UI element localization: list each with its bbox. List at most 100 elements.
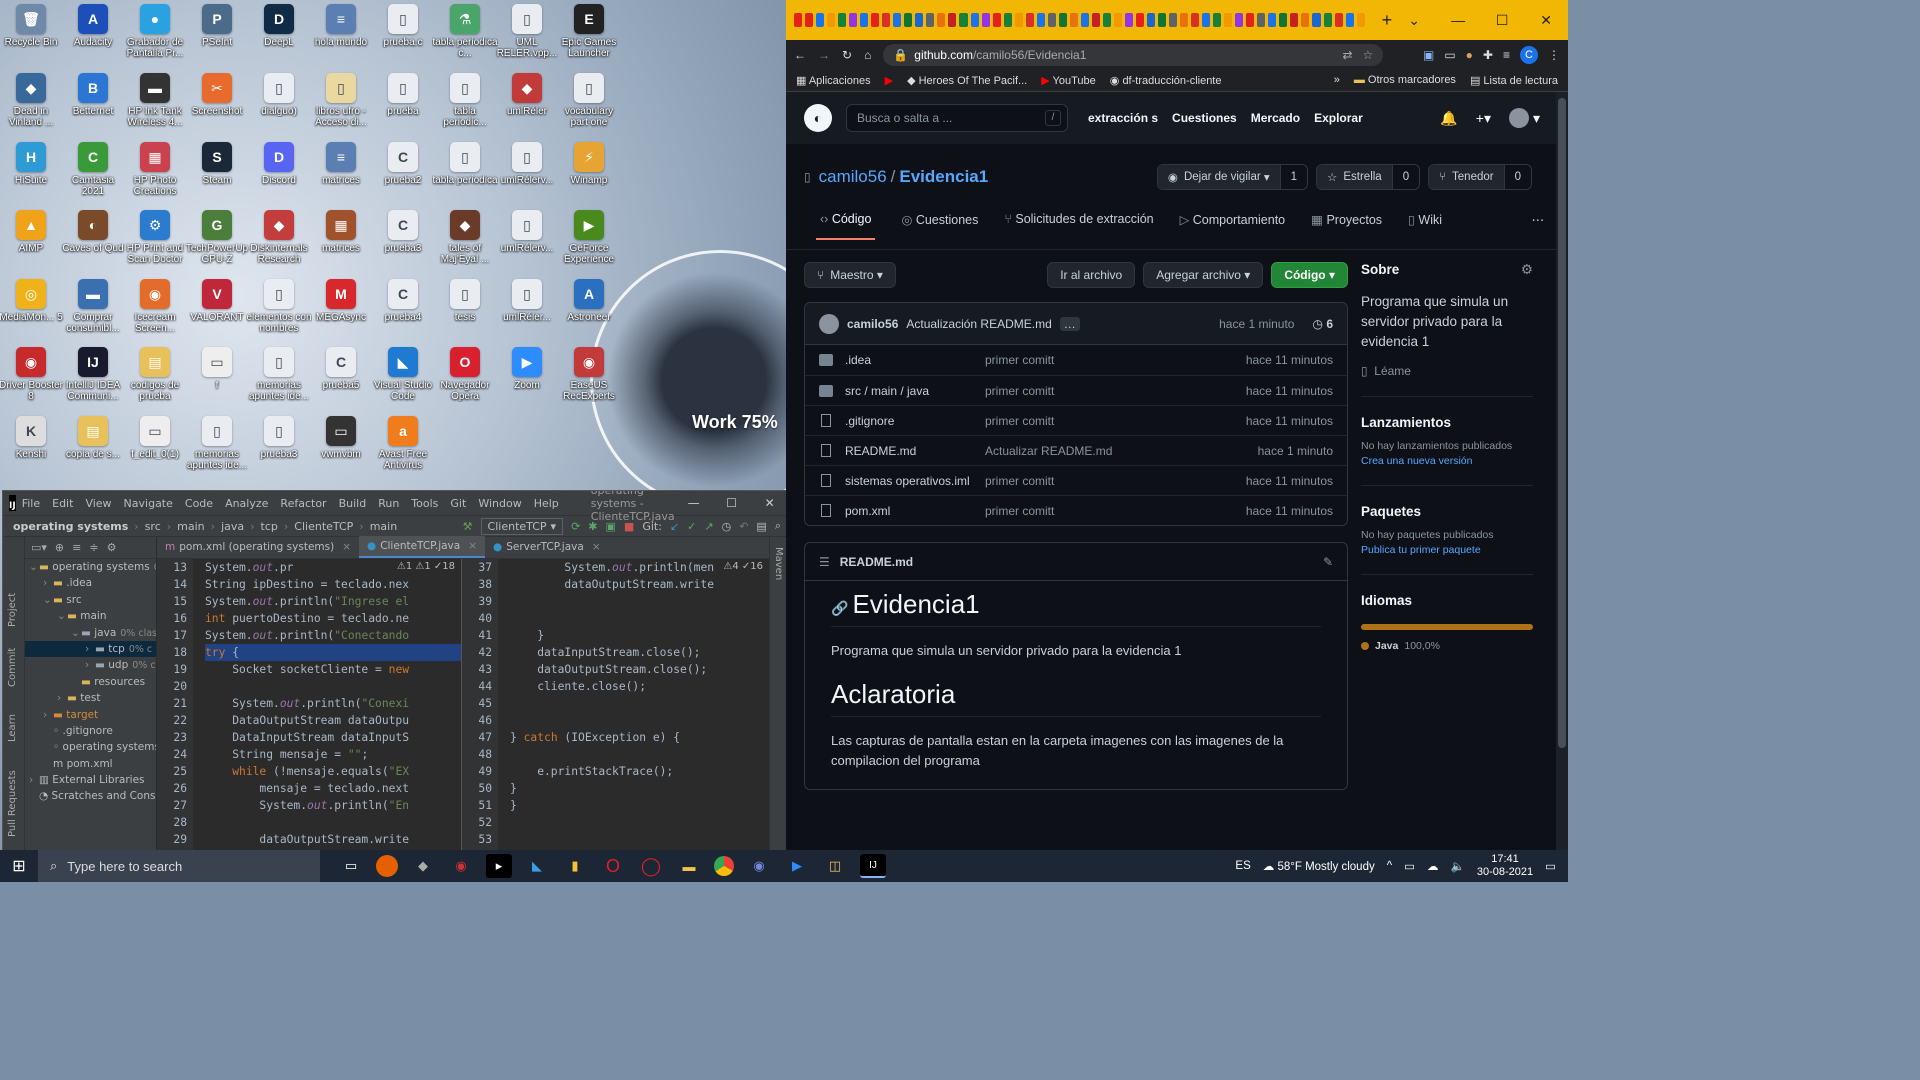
code-area[interactable]: System.out.println(men dataOutputStream.… bbox=[510, 559, 769, 848]
desktop-icon[interactable]: E Epic Games Launcher bbox=[558, 4, 620, 70]
coverage-icon[interactable]: ▣ bbox=[606, 520, 616, 533]
browser-tab[interactable] bbox=[827, 13, 836, 27]
clock[interactable]: 17:41 30-08-2021 bbox=[1477, 853, 1533, 879]
code-line[interactable]: } bbox=[510, 780, 769, 797]
code-line[interactable]: } bbox=[510, 627, 769, 644]
code-line[interactable]: } bbox=[510, 797, 769, 814]
repo-tab[interactable]: ▦ Proyectos bbox=[1311, 212, 1382, 239]
desktop-icon[interactable]: ▶ Zoom bbox=[496, 347, 558, 413]
project-tree-item[interactable]: ⌄▬ main bbox=[25, 608, 156, 624]
desktop-icon[interactable]: C Camtasia 2021 bbox=[62, 142, 124, 208]
browser-tab[interactable] bbox=[893, 13, 902, 27]
github-nav-item[interactable]: Mercado bbox=[1251, 111, 1300, 125]
project-tree-item[interactable]: › ▬ target bbox=[25, 707, 156, 723]
desktop-icon[interactable]: ◉ Driver Booster 8 bbox=[0, 347, 63, 413]
browser-tab[interactable] bbox=[1257, 13, 1266, 27]
project-tree-item[interactable]: › ▬ tcp 0% c bbox=[25, 640, 156, 658]
project-tree-item[interactable]: › ▬ udp 0% c bbox=[25, 657, 156, 673]
editor-tab[interactable]: ● ServerTCP.java × bbox=[485, 536, 609, 558]
file-name[interactable]: .idea bbox=[845, 353, 985, 367]
store-icon[interactable]: ◆ bbox=[410, 854, 436, 878]
watch-button[interactable]: ◉ Dejar de vigilar ▾ 1 bbox=[1156, 164, 1309, 190]
desktop-icon[interactable]: ▤ codigos de prueba bbox=[124, 347, 186, 413]
game-icon[interactable]: ◉ bbox=[448, 854, 474, 878]
network-icon[interactable]: ▭ bbox=[1404, 859, 1415, 873]
reading-list[interactable]: ▤ Lista de lectura bbox=[1470, 74, 1558, 87]
browser-tab[interactable] bbox=[849, 13, 858, 27]
menu-refactor[interactable]: Refactor bbox=[280, 497, 326, 510]
minimize-button[interactable]: — bbox=[1436, 12, 1480, 29]
file-row[interactable]: .gitignore primer comitt hace 11 minutos bbox=[805, 405, 1347, 435]
code-line[interactable]: DataOutputStream dataOutpu bbox=[205, 712, 461, 729]
view-mode-icon[interactable]: ▭▾ bbox=[31, 541, 47, 554]
star-count[interactable]: 0 bbox=[1391, 165, 1419, 189]
code-line[interactable] bbox=[510, 831, 769, 848]
taskbar-search[interactable]: ⌕ Type here to search bbox=[38, 850, 320, 882]
editor-pane-right[interactable]: 37 38 39 40 41 42 43 44 45 46 47 48 49 50 51 52 53 Syste… bbox=[462, 559, 769, 851]
browser-tab[interactable] bbox=[805, 13, 814, 27]
menu-edit[interactable]: Edit bbox=[52, 497, 73, 510]
expand-arrow-icon[interactable]: › bbox=[43, 575, 53, 591]
extensions-puzzle-icon[interactable]: ✚ bbox=[1483, 48, 1493, 62]
maximize-button[interactable]: ☐ bbox=[713, 496, 751, 510]
menu-git[interactable]: Git bbox=[450, 497, 466, 510]
browser-tab[interactable] bbox=[1345, 13, 1354, 27]
menu-view[interactable]: View bbox=[85, 497, 111, 510]
tab-search-button[interactable]: ⌄ bbox=[1392, 12, 1436, 29]
fork-button[interactable]: ⑂ Tenedor 0 bbox=[1428, 164, 1532, 190]
maximize-button[interactable]: ☐ bbox=[1480, 12, 1524, 29]
browser-tab[interactable] bbox=[1224, 13, 1233, 27]
inspection-widget[interactable]: ⚠4 ✓16 bbox=[723, 561, 763, 572]
code-button[interactable]: Código ▾ bbox=[1271, 262, 1348, 288]
browser-tab[interactable] bbox=[882, 13, 891, 27]
code-line[interactable]: System.out.println("Ingrese el bbox=[205, 593, 461, 610]
breadcrumb-item[interactable]: operating systems bbox=[13, 520, 128, 533]
browser-tab[interactable] bbox=[1069, 13, 1078, 27]
editor-tab[interactable]: m pom.xml (operating systems) × bbox=[157, 536, 359, 558]
desktop-icon[interactable]: Cprueba2 bbox=[372, 142, 434, 208]
desktop-icon[interactable]: ◐ Caves of Qud bbox=[62, 210, 124, 276]
onedrive-icon[interactable]: ☁ bbox=[1427, 859, 1439, 873]
desktop-icon[interactable]: ▭ vwmvbm bbox=[310, 416, 372, 482]
translate-icon[interactable]: ⇄ bbox=[1342, 48, 1352, 62]
code-line[interactable]: String ipDestino = teclado.nex bbox=[205, 576, 461, 593]
branch-select[interactable]: ⑂ Maestro ▾ bbox=[804, 262, 896, 288]
expand-arrow-icon[interactable]: ⌄ bbox=[43, 592, 53, 608]
git-update-icon[interactable]: ↙ bbox=[670, 520, 679, 533]
notifications-bell-icon[interactable]: 🔔 bbox=[1440, 110, 1457, 127]
desktop-icon[interactable]: ▯ libros ufro - Acceso di... bbox=[310, 73, 372, 139]
project-tree-item[interactable]: m pom.xml bbox=[25, 756, 156, 772]
close-tab-icon[interactable]: × bbox=[342, 541, 351, 553]
edit-pencil-icon[interactable]: ✎ bbox=[1323, 555, 1333, 569]
desktop-icon[interactable]: ◆ Diskinternals Research bbox=[248, 210, 310, 276]
create-release-link[interactable]: Crea una nueva versión bbox=[1361, 455, 1533, 467]
desktop-icon[interactable]: ≡ matrices bbox=[310, 142, 372, 208]
code-line[interactable]: System.out.println("Conectando bbox=[205, 627, 461, 644]
browser-tab[interactable] bbox=[1025, 13, 1034, 27]
file-row[interactable]: src / main / java primer comitt hace 11 mi… bbox=[805, 375, 1347, 405]
desktop-icon[interactable]: ⚙ HP Print and Scan Doctor bbox=[124, 210, 186, 276]
menu-help[interactable]: Help bbox=[534, 497, 559, 510]
browser-tab[interactable] bbox=[1158, 13, 1167, 27]
desktop-icon[interactable]: ▯ tesis bbox=[434, 279, 496, 345]
browser-tab[interactable] bbox=[1202, 13, 1211, 27]
desktop-icon[interactable]: ▯ prueba bbox=[372, 73, 434, 139]
browser-tab[interactable] bbox=[1213, 13, 1222, 27]
browser-tab[interactable] bbox=[1102, 13, 1111, 27]
browser-tab[interactable] bbox=[838, 13, 847, 27]
bookmark-apps[interactable]: ▦ Aplicaciones bbox=[796, 74, 871, 87]
commit-history[interactable]: ◷ 6 bbox=[1312, 317, 1333, 331]
breadcrumb-item[interactable]: src bbox=[145, 520, 161, 533]
file-name[interactable]: sistemas operativos.iml bbox=[845, 474, 985, 488]
start-button[interactable]: ⊞ bbox=[0, 856, 38, 876]
browser-tab[interactable] bbox=[1147, 13, 1156, 27]
desktop-icon[interactable]: ▯ memorias apuntes ide... bbox=[248, 347, 310, 413]
bookmark-youtube-red[interactable]: ▶ bbox=[885, 74, 893, 87]
weather-widget[interactable]: ☁ 58°F Mostly cloudy bbox=[1263, 859, 1375, 873]
code-line[interactable]: e.printStackTrace(); bbox=[510, 763, 769, 780]
expand-arrow-icon[interactable]: › bbox=[57, 690, 67, 706]
goto-file-button[interactable]: Ir al archivo bbox=[1047, 262, 1136, 288]
browser-tab[interactable] bbox=[1356, 13, 1365, 27]
project-tree-item[interactable]: ◔ Scratches and Console bbox=[25, 788, 156, 804]
code-line[interactable]: dataOutputStream.write bbox=[510, 576, 769, 593]
